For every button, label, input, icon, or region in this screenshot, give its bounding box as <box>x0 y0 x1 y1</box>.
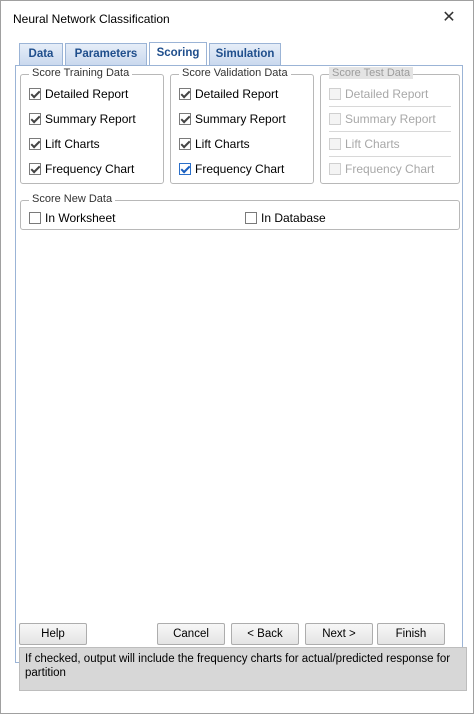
checkbox[interactable] <box>29 113 41 125</box>
checkbox <box>329 113 341 125</box>
next-button[interactable]: Next > <box>305 623 373 645</box>
test-frequency-chart: Frequency Chart <box>329 160 434 178</box>
score-validation-legend: Score Validation Data <box>179 67 291 79</box>
checkbox-label: Frequency Chart <box>45 162 135 176</box>
score-training-group: Score Training Data Detailed Report Summ… <box>20 67 164 184</box>
checkbox[interactable] <box>179 88 191 100</box>
validation-lift-charts[interactable]: Lift Charts <box>179 135 250 153</box>
in-database-option[interactable]: In Database <box>245 209 326 227</box>
validation-summary-report[interactable]: Summary Report <box>179 110 286 128</box>
checkbox <box>329 138 341 150</box>
checkbox-label: In Database <box>261 211 326 225</box>
checkbox-label: Lift Charts <box>45 137 100 151</box>
back-button[interactable]: < Back <box>231 623 299 645</box>
divider <box>329 106 451 107</box>
checkbox-label: Summary Report <box>195 112 286 126</box>
training-frequency-chart[interactable]: Frequency Chart <box>29 160 134 178</box>
training-lift-charts[interactable]: Lift Charts <box>29 135 100 153</box>
in-worksheet-option[interactable]: In Worksheet <box>29 209 115 227</box>
close-icon[interactable]: ✕ <box>439 8 459 28</box>
dialog-content: Data Parameters Scoring Simulation Score… <box>11 41 467 695</box>
checkbox-label: Lift Charts <box>195 137 250 151</box>
checkbox-label: Detailed Report <box>195 87 279 101</box>
tab-scoring[interactable]: Scoring <box>149 42 207 66</box>
checkbox-label: Detailed Report <box>345 87 429 101</box>
checkbox[interactable] <box>179 163 191 175</box>
training-summary-report[interactable]: Summary Report <box>29 110 136 128</box>
score-test-group: Score Test Data Detailed Report Summary … <box>320 67 460 184</box>
score-validation-group: Score Validation Data Detailed Report Su… <box>170 67 314 184</box>
validation-detailed-report[interactable]: Detailed Report <box>179 85 278 103</box>
checkbox[interactable] <box>29 163 41 175</box>
test-detailed-report: Detailed Report <box>329 85 428 103</box>
checkbox[interactable] <box>245 212 257 224</box>
checkbox-label: Summary Report <box>45 112 136 126</box>
status-description: If checked, output will include the freq… <box>19 647 467 691</box>
checkbox-label: In Worksheet <box>45 211 116 225</box>
finish-button[interactable]: Finish <box>377 623 445 645</box>
score-new-group: Score New Data In Worksheet In Database <box>20 193 460 230</box>
checkbox[interactable] <box>29 138 41 150</box>
window-title: Neural Network Classification <box>13 12 170 26</box>
tab-simulation[interactable]: Simulation <box>209 43 281 65</box>
scoring-panel: Score Training Data Detailed Report Summ… <box>15 65 463 663</box>
checkbox[interactable] <box>29 88 41 100</box>
help-button[interactable]: Help <box>19 623 87 645</box>
checkbox[interactable] <box>179 138 191 150</box>
training-detailed-report[interactable]: Detailed Report <box>29 85 128 103</box>
tab-parameters[interactable]: Parameters <box>65 43 147 65</box>
score-training-legend: Score Training Data <box>29 67 133 79</box>
validation-frequency-chart[interactable]: Frequency Chart <box>179 160 284 178</box>
checkbox <box>329 88 341 100</box>
divider <box>329 156 451 157</box>
dialog-window: Neural Network Classification ✕ Data Par… <box>0 0 474 714</box>
score-test-legend: Score Test Data <box>329 67 414 79</box>
checkbox-label: Frequency Chart <box>345 162 435 176</box>
checkbox <box>329 163 341 175</box>
cancel-button[interactable]: Cancel <box>157 623 225 645</box>
title-bar: Neural Network Classification ✕ <box>1 1 473 37</box>
tab-data[interactable]: Data <box>19 43 63 65</box>
test-lift-charts: Lift Charts <box>329 135 400 153</box>
test-summary-report: Summary Report <box>329 110 436 128</box>
checkbox-label: Summary Report <box>345 112 436 126</box>
checkbox[interactable] <box>179 113 191 125</box>
checkbox-label: Lift Charts <box>345 137 400 151</box>
checkbox-label: Frequency Chart <box>195 162 285 176</box>
divider <box>329 131 451 132</box>
checkbox[interactable] <box>29 212 41 224</box>
checkbox-label: Detailed Report <box>45 87 129 101</box>
score-new-legend: Score New Data <box>29 193 116 205</box>
